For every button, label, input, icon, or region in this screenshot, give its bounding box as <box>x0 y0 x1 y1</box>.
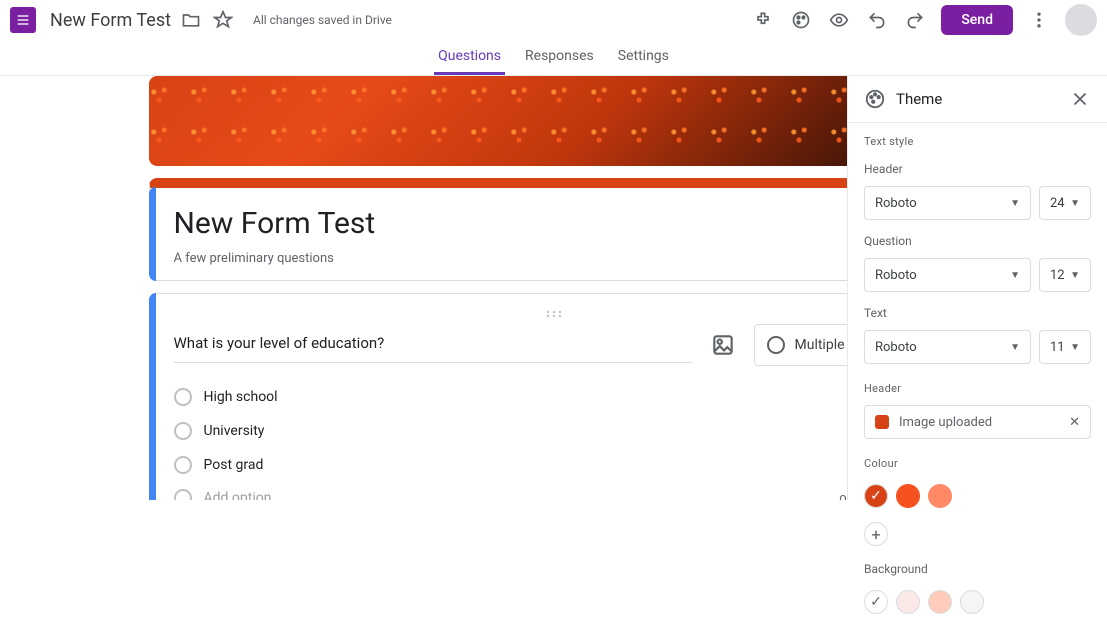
tabs-row: Questions Responses Settings <box>0 40 1107 76</box>
header-font-select[interactable]: Roboto ▼ <box>864 186 1031 220</box>
select-value: 11 <box>1050 340 1065 355</box>
chevron-down-icon: ▼ <box>1070 270 1080 281</box>
question-add-image-icon[interactable] <box>710 332 736 358</box>
section-colour: Colour <box>864 457 1091 470</box>
add-colour-icon[interactable]: + <box>864 522 888 546</box>
addons-icon[interactable] <box>751 8 775 32</box>
redo-icon[interactable] <box>903 8 927 32</box>
options-list: High school University Post grad <box>174 380 934 500</box>
add-option-input[interactable]: Add option <box>204 488 824 500</box>
background-swatches <box>864 590 1091 614</box>
undo-icon[interactable] <box>865 8 889 32</box>
option-input[interactable]: High school <box>204 387 900 407</box>
colour-swatch[interactable] <box>864 484 888 508</box>
option-row: University <box>174 414 934 448</box>
colour-swatches <box>864 484 1091 508</box>
option-row: Post grad <box>174 448 934 482</box>
radio-icon <box>174 456 192 474</box>
customize-theme-icon[interactable] <box>789 8 813 32</box>
palette-icon <box>864 88 886 110</box>
question-size-select[interactable]: 12 ▼ <box>1039 258 1091 292</box>
header-font-label: Header <box>864 162 1091 176</box>
remove-header-image-icon[interactable]: ✕ <box>1069 415 1080 430</box>
add-option-row: Add option or Add "Other" <box>174 482 934 500</box>
tab-questions[interactable]: Questions <box>434 42 505 75</box>
text-size-select[interactable]: 11 ▼ <box>1039 330 1091 364</box>
drag-handle-icon[interactable] <box>174 310 934 320</box>
save-status: All changes saved in Drive <box>253 13 392 27</box>
background-swatch[interactable] <box>896 590 920 614</box>
move-to-folder-icon[interactable] <box>179 8 203 32</box>
image-uploaded-label: Image uploaded <box>899 415 992 430</box>
header-image-chip: Image uploaded ✕ <box>864 405 1091 439</box>
header-image-swatch-icon <box>875 415 889 429</box>
chevron-down-icon: ▼ <box>1010 342 1020 353</box>
selection-accent <box>149 293 156 500</box>
form-header-image[interactable] <box>149 76 959 166</box>
top-bar: New Form Test All changes saved in Drive… <box>0 0 1107 40</box>
theme-panel: Theme Text style Header Roboto ▼ 24 ▼ Ques… <box>847 76 1107 500</box>
form-title-card[interactable]: New Form Test A few preliminary question… <box>149 178 959 281</box>
forms-app-icon[interactable] <box>10 7 36 33</box>
chevron-down-icon: ▼ <box>1070 198 1080 209</box>
form-title[interactable]: New Form Test <box>174 206 934 247</box>
question-font-select[interactable]: Roboto ▼ <box>864 258 1031 292</box>
header-size-select[interactable]: 24 ▼ <box>1039 186 1091 220</box>
question-font-label: Question <box>864 234 1091 248</box>
select-value: Roboto <box>875 196 917 211</box>
background-swatch[interactable] <box>960 590 984 614</box>
colour-swatch[interactable] <box>896 484 920 508</box>
tab-settings[interactable]: Settings <box>614 42 673 75</box>
star-icon[interactable] <box>211 8 235 32</box>
radio-icon <box>767 336 785 354</box>
theme-panel-title: Theme <box>896 90 942 108</box>
chevron-down-icon: ▼ <box>1070 342 1080 353</box>
background-swatch[interactable] <box>928 590 952 614</box>
account-avatar[interactable] <box>1065 4 1097 36</box>
tab-responses[interactable]: Responses <box>521 42 598 75</box>
document-title[interactable]: New Form Test <box>50 10 171 31</box>
form-description[interactable]: A few preliminary questions <box>174 251 934 266</box>
more-menu-icon[interactable] <box>1027 8 1051 32</box>
colour-swatch[interactable] <box>928 484 952 508</box>
select-value: Roboto <box>875 268 917 283</box>
radio-icon <box>174 489 192 500</box>
section-header: Header <box>864 382 1091 395</box>
text-font-label: Text <box>864 306 1091 320</box>
select-value: 12 <box>1050 268 1065 283</box>
section-text-style: Text style <box>864 135 1091 148</box>
question-text-input[interactable]: What is your level of education? <box>174 328 692 363</box>
selection-accent <box>149 187 156 281</box>
background-label: Background <box>864 562 1091 576</box>
chevron-down-icon: ▼ <box>1010 198 1020 209</box>
radio-icon <box>174 388 192 406</box>
close-icon[interactable] <box>1069 88 1091 110</box>
background-swatch[interactable] <box>864 590 888 614</box>
select-value: Roboto <box>875 340 917 355</box>
option-row: High school <box>174 380 934 414</box>
preview-icon[interactable] <box>827 8 851 32</box>
option-input[interactable]: Post grad <box>204 455 900 475</box>
option-input[interactable]: University <box>204 421 900 441</box>
send-button[interactable]: Send <box>941 5 1013 35</box>
select-value: 24 <box>1050 196 1065 211</box>
chevron-down-icon: ▼ <box>1010 270 1020 281</box>
text-font-select[interactable]: Roboto ▼ <box>864 330 1031 364</box>
radio-icon <box>174 422 192 440</box>
question-card[interactable]: What is your level of education? Multipl… <box>149 293 959 500</box>
